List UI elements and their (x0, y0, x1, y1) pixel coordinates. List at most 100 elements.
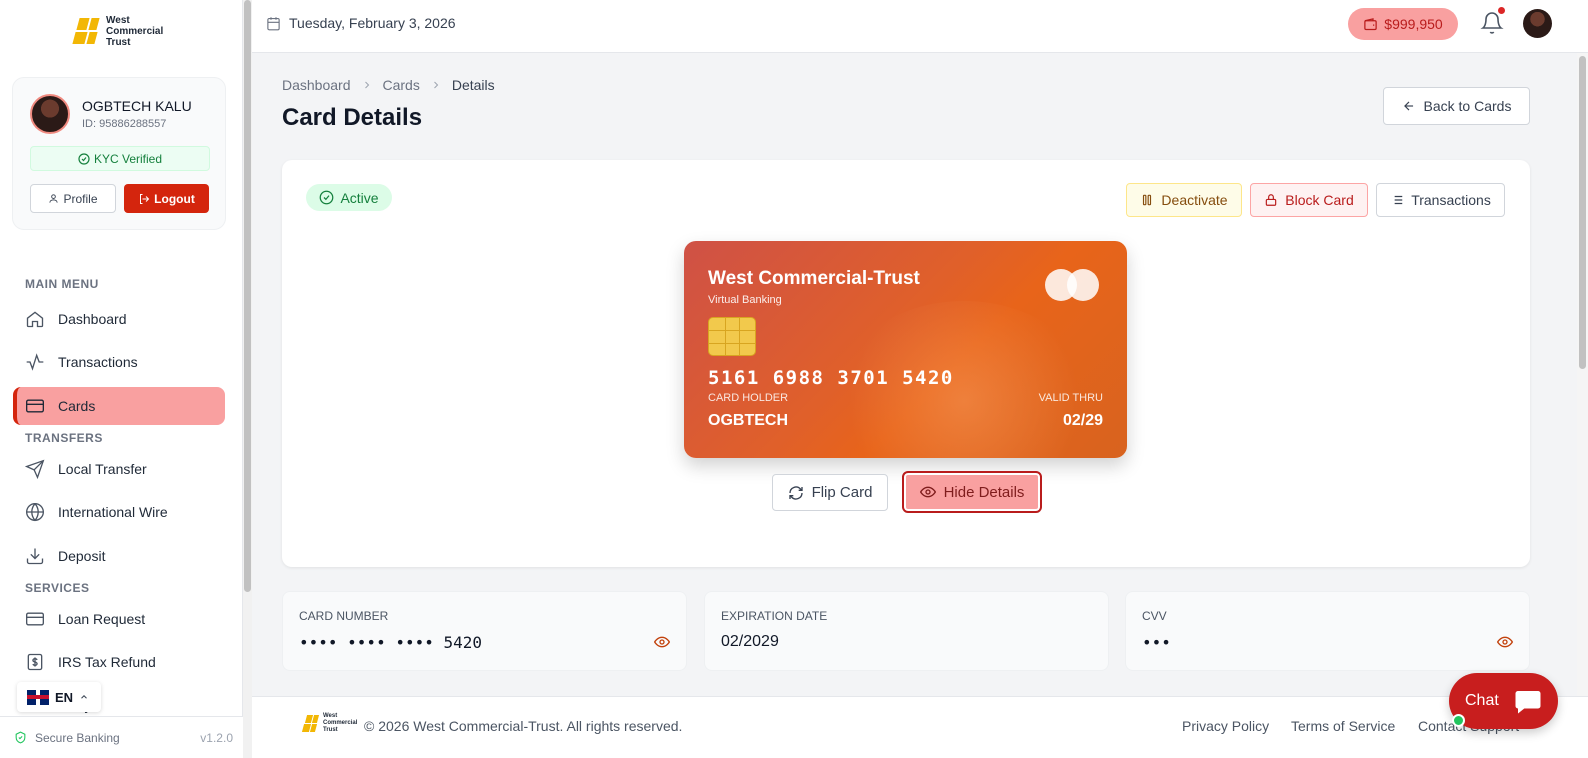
breadcrumb-details: Details (451, 77, 495, 93)
valid-thru-label: VALID THRU (1038, 392, 1103, 404)
block-card-label: Block Card (1285, 192, 1354, 208)
breadcrumb-cards[interactable]: Cards (383, 77, 420, 93)
sidebar-item-dashboard[interactable]: Dashboard (13, 300, 225, 338)
chevron-right-icon (364, 81, 369, 89)
sidebar-item-label: Loan Request (58, 611, 146, 627)
footer-logo: West Commercial Trust (301, 713, 357, 734)
sidebar-item-transactions[interactable]: Transactions (13, 343, 225, 381)
services-title: SERVICES (25, 581, 90, 595)
sidebar-item-label: Dashboard (58, 311, 127, 327)
list-icon (1391, 195, 1403, 205)
kyc-badge: KYC Verified (30, 146, 210, 171)
back-to-cards-button[interactable]: Back to Cards (1383, 87, 1530, 125)
credit-card-icon (26, 399, 44, 413)
expiration-date-field: EXPIRATION DATE 02/2029 (704, 591, 1109, 671)
sidebar-item-label: Deposit (58, 548, 106, 564)
logout-button[interactable]: Logout (124, 184, 209, 213)
sidebar-item-deposit[interactable]: Deposit (13, 537, 225, 575)
profile-button[interactable]: Profile (30, 184, 116, 213)
card-number-field: CARD NUMBER •••• •••• •••• 5420 (282, 591, 687, 671)
block-card-button[interactable]: Block Card (1250, 183, 1368, 217)
card-bank-name: West Commercial-Trust (708, 268, 920, 289)
transfers-title: TRANSFERS (25, 431, 103, 445)
flip-card-button[interactable]: Flip Card (772, 474, 888, 511)
user-avatar-button[interactable] (1523, 9, 1552, 38)
logo-mark-icon (301, 714, 320, 734)
card-number: 5161 6988 3701 5420 (708, 367, 954, 389)
main-menu-title: MAIN MENU (25, 277, 99, 291)
secure-banking-label: Secure Banking (35, 730, 120, 745)
eye-icon[interactable] (654, 634, 670, 650)
sidebar-item-irs-tax-refund[interactable]: IRS Tax Refund (13, 643, 225, 681)
breadcrumb-dashboard[interactable]: Dashboard (282, 77, 351, 93)
status-label: Active (340, 189, 379, 206)
cvv-field: CVV ••• (1125, 591, 1530, 671)
valid-thru-value: 02/29 (1062, 412, 1103, 429)
breadcrumb: Dashboard Cards Details (282, 77, 495, 93)
flip-card-label: Flip Card (811, 484, 873, 501)
credit-card-visual[interactable]: West Commercial-Trust Virtual Banking 51… (684, 241, 1127, 458)
balance-value: $999,950 (1384, 16, 1443, 32)
language-selector[interactable]: EN (17, 682, 101, 712)
hide-details-label: Hide Details (943, 483, 1025, 501)
brand-name-1: West (106, 15, 130, 26)
profile-label: Profile (63, 191, 98, 206)
terms-of-service-link[interactable]: Terms of Service (1291, 718, 1395, 734)
footer: West Commercial Trust © 2026 West Commer… (252, 696, 1588, 758)
card-holder-label: CARD HOLDER (708, 392, 789, 404)
uk-flag-icon (27, 689, 49, 705)
page-scroll-thumb[interactable] (1579, 56, 1586, 369)
deactivate-label: Deactivate (1161, 192, 1228, 208)
sidebar-item-international-wire[interactable]: International Wire (13, 493, 225, 531)
sidebar-item-label: International Wire (58, 504, 168, 520)
pause-icon (1143, 194, 1152, 206)
chat-button[interactable]: Chat (1449, 673, 1558, 729)
kyc-label: KYC Verified (93, 151, 163, 166)
sidebar-item-local-transfer[interactable]: Local Transfer (13, 450, 225, 488)
version-label: v1.2.0 (200, 730, 233, 745)
refresh-icon (788, 485, 803, 500)
chevron-up-icon (81, 695, 87, 699)
user-name: OGBTECH KALU (82, 98, 192, 114)
download-icon (26, 548, 44, 565)
sidebar-item-cards[interactable]: Cards (13, 387, 225, 425)
brand-logo[interactable]: West Commercial Trust (72, 15, 163, 48)
brand-name-3: Trust (106, 37, 131, 48)
expiration-date-value: 02/2029 (721, 633, 779, 650)
eye-icon (919, 486, 936, 498)
sidebar-item-loan-request[interactable]: Loan Request (13, 600, 225, 638)
sidebar: West Commercial Trust OGBTECH KALU ID: 9… (0, 0, 243, 758)
privacy-policy-link[interactable]: Privacy Policy (1182, 718, 1269, 734)
logout-label: Logout (154, 191, 195, 206)
balance-pill[interactable]: $999,950 (1348, 8, 1458, 40)
date-label: Tuesday, February 3, 2026 (289, 15, 456, 31)
card-chip-icon (708, 317, 756, 356)
language-label: EN (55, 689, 74, 705)
notification-dot (1498, 7, 1505, 14)
transactions-button[interactable]: Transactions (1376, 183, 1505, 217)
calendar-icon (267, 16, 280, 30)
card-number-label: CARD NUMBER (299, 609, 389, 623)
online-indicator (1452, 714, 1465, 727)
sidebar-scroll-thumb[interactable] (244, 0, 251, 592)
card-panel: Active Deactivate Block Card Transaction… (282, 160, 1530, 567)
sidebar-item-label: IRS Tax Refund (58, 654, 156, 670)
cvv-value: ••• (1142, 633, 1171, 652)
logout-icon (140, 193, 150, 204)
deactivate-button[interactable]: Deactivate (1126, 183, 1242, 217)
avatar (30, 94, 70, 134)
shield-check-icon (15, 731, 26, 744)
card-icon (26, 612, 44, 626)
bell-icon[interactable] (1480, 11, 1504, 35)
topbar: Tuesday, February 3, 2026 $999,950 (252, 0, 1588, 53)
wallet-icon (1364, 17, 1378, 30)
chat-bubble-icon (1515, 691, 1541, 714)
chat-label: Chat (1465, 692, 1499, 709)
current-date: Tuesday, February 3, 2026 (266, 15, 456, 31)
chevron-right-icon (434, 81, 439, 89)
eye-icon[interactable] (1497, 634, 1513, 650)
brand-name-2: Commercial (106, 26, 164, 37)
home-icon (26, 311, 44, 328)
hide-details-button[interactable]: Hide Details (902, 471, 1042, 513)
send-icon (25, 459, 45, 479)
